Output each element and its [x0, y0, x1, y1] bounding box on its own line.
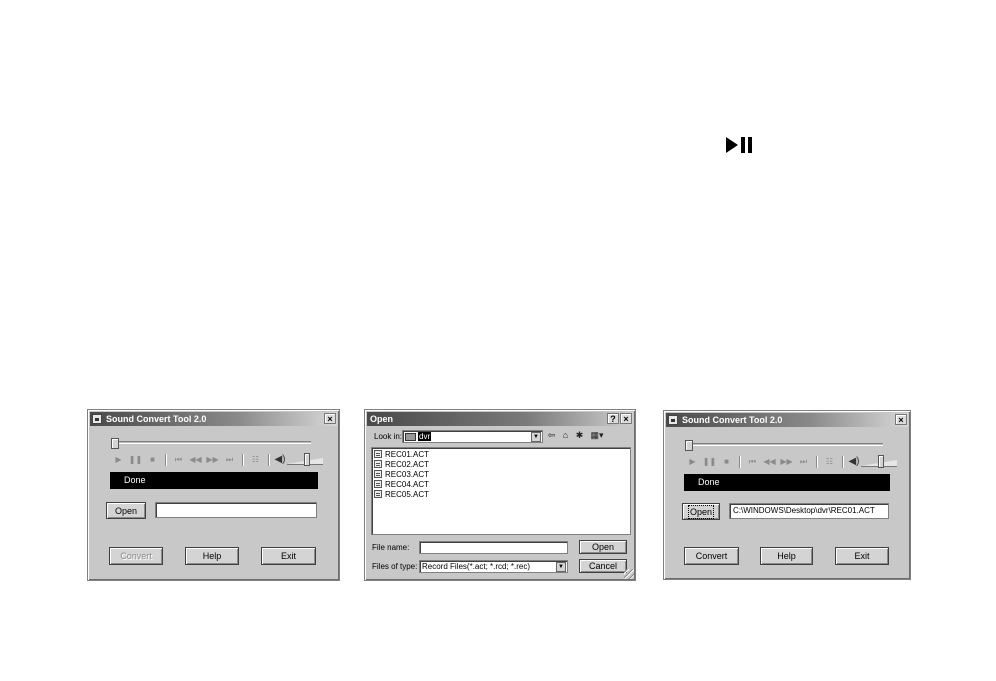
volume-slider[interactable] — [861, 455, 897, 469]
separator — [842, 456, 843, 468]
sound-convert-window-initial: Sound Convert Tool 2.0 × ▶ ❚❚ ■ ⏮ ◀◀ ▶▶ … — [87, 409, 340, 581]
file-item[interactable]: REC01.ACT — [374, 450, 429, 459]
skip-back-icon[interactable]: ⏮ — [170, 453, 187, 467]
up-folder-icon[interactable]: ⌂ — [560, 430, 571, 441]
speaker-icon[interactable]: ◀) — [273, 453, 287, 467]
seek-thumb[interactable] — [685, 440, 693, 451]
separator — [242, 454, 243, 466]
chevron-down-icon[interactable]: ▼ — [531, 432, 541, 442]
seek-track[interactable] — [685, 443, 883, 446]
skip-back-icon[interactable]: ⏮ — [744, 455, 761, 469]
file-item[interactable]: REC05.ACT — [374, 490, 429, 499]
status-display: Done — [110, 472, 318, 489]
close-button[interactable]: × — [895, 414, 907, 425]
window-title: Sound Convert Tool 2.0 — [106, 414, 207, 424]
file-item[interactable]: REC03.ACT — [374, 470, 429, 479]
pause-icon[interactable]: ❚❚ — [701, 455, 718, 469]
look-in-label: Look in: — [374, 432, 403, 441]
stop-icon[interactable]: ■ — [144, 453, 161, 467]
seek-thumb[interactable] — [111, 438, 119, 449]
skip-forward-icon[interactable]: ⏭ — [795, 455, 812, 469]
exit-button[interactable]: Exit — [835, 547, 889, 565]
pause-icon[interactable]: ❚❚ — [127, 453, 144, 467]
open-file-dialog: Open ? × Look in: dvr ▼ ⇦ ⌂ ✱ ▦▾ REC01.A… — [364, 409, 636, 581]
files-of-type-label: Files of type: — [372, 562, 418, 571]
playback-controls: ▶ ❚❚ ■ ⏮ ◀◀ ▶▶ ⏭ ☷ ◀) — [684, 455, 897, 469]
volume-slider[interactable] — [287, 453, 323, 467]
back-arrow-icon[interactable]: ⇦ — [546, 430, 557, 441]
file-icon — [374, 470, 382, 478]
title-bar: Sound Convert Tool 2.0 × — [666, 413, 908, 427]
exit-button[interactable]: Exit — [261, 547, 316, 565]
separator — [165, 454, 166, 466]
fast-forward-icon[interactable]: ▶▶ — [778, 455, 795, 469]
fast-forward-icon[interactable]: ▶▶ — [204, 453, 221, 467]
dialog-open-button[interactable]: Open — [579, 540, 627, 554]
window-title: Sound Convert Tool 2.0 — [682, 415, 783, 425]
play-icon[interactable]: ▶ — [110, 453, 127, 467]
file-icon — [374, 490, 382, 498]
rewind-icon[interactable]: ◀◀ — [761, 455, 778, 469]
separator — [268, 454, 269, 466]
file-item[interactable]: REC04.ACT — [374, 480, 429, 489]
separator — [816, 456, 817, 468]
stop-icon[interactable]: ■ — [718, 455, 735, 469]
file-icon — [374, 460, 382, 468]
speaker-icon[interactable]: ◀) — [847, 455, 861, 469]
file-item[interactable]: REC02.ACT — [374, 460, 429, 469]
file-icon — [374, 450, 382, 458]
convert-button[interactable]: Convert — [684, 547, 739, 565]
playlist-icon[interactable]: ☷ — [247, 453, 264, 467]
volume-knob[interactable] — [878, 455, 884, 468]
file-list: REC01.ACT REC02.ACT REC03.ACT REC04.ACT … — [371, 447, 631, 535]
help-button[interactable]: Help — [760, 547, 813, 565]
resize-grip[interactable] — [624, 569, 634, 579]
look-in-combo[interactable]: dvr ▼ — [402, 430, 543, 443]
dialog-title: Open — [370, 414, 394, 424]
cancel-button[interactable]: Cancel — [579, 559, 627, 573]
files-of-type-combo[interactable]: Record Files(*.act; *.rcd; *.rec) ▼ — [419, 560, 568, 573]
sound-convert-window-loaded: Sound Convert Tool 2.0 × ▶ ❚❚ ■ ⏮ ◀◀ ▶▶ … — [663, 410, 911, 580]
file-path-field[interactable] — [155, 502, 317, 518]
app-icon — [668, 415, 678, 425]
play-pause-icon — [726, 137, 752, 153]
help-button[interactable]: Help — [185, 547, 239, 565]
title-bar: Sound Convert Tool 2.0 × — [90, 412, 337, 426]
file-icon — [374, 480, 382, 488]
play-icon[interactable]: ▶ — [684, 455, 701, 469]
file-path-field[interactable]: C:\WINDOWS\Desktop\dvr\REC01.ACT — [729, 503, 889, 519]
playlist-icon[interactable]: ☷ — [821, 455, 838, 469]
close-button[interactable]: × — [620, 413, 632, 424]
skip-forward-icon[interactable]: ⏭ — [221, 453, 238, 467]
chevron-down-icon[interactable]: ▼ — [556, 562, 566, 572]
folder-icon — [405, 432, 416, 441]
convert-button[interactable]: Convert — [109, 547, 163, 565]
seek-track[interactable] — [111, 441, 311, 444]
help-icon[interactable]: ? — [607, 413, 619, 424]
playback-controls: ▶ ❚❚ ■ ⏮ ◀◀ ▶▶ ⏭ ☷ ◀) — [110, 453, 323, 467]
close-button[interactable]: × — [324, 413, 336, 424]
status-display: Done — [684, 474, 890, 491]
open-button[interactable]: Open — [106, 502, 146, 519]
file-name-label: File name: — [372, 543, 410, 552]
look-in-value: dvr — [418, 432, 432, 441]
new-folder-icon[interactable]: ✱ — [574, 430, 585, 441]
rewind-icon[interactable]: ◀◀ — [187, 453, 204, 467]
app-icon — [92, 414, 102, 424]
view-menu-icon[interactable]: ▦▾ — [589, 430, 605, 441]
file-name-field[interactable] — [419, 541, 568, 554]
separator — [739, 456, 740, 468]
volume-knob[interactable] — [304, 453, 310, 466]
open-button[interactable]: Open — [682, 503, 720, 520]
dialog-title-bar: Open ? × — [367, 412, 633, 426]
